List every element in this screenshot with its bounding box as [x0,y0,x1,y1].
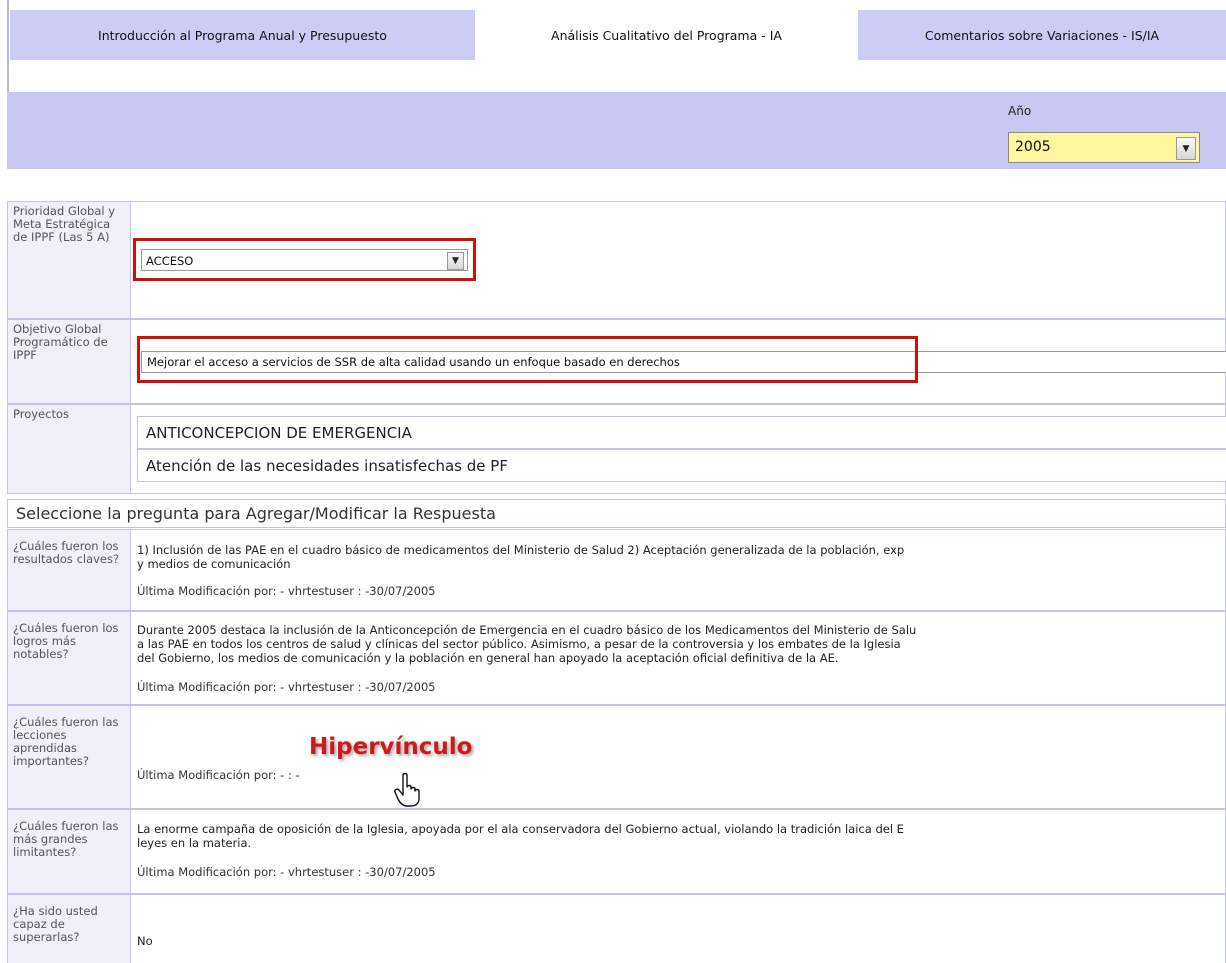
last-modified: Última Modificación por: - vhrtestuser :… [137,865,436,879]
answer-line: La enorme campaña de oposición de la Igl… [137,822,904,836]
section-title: Seleccione la pregunta para Agregar/Modi… [7,499,1226,528]
priority-label: Prioridad Global y Meta Estratégica de I… [7,201,131,319]
hyperlink-annotation: Hipervínculo [309,734,473,760]
question-label[interactable]: ¿Cuáles fueron los logros más notables? [7,611,131,705]
last-modified: Última Modificación por: - vhrtestuser :… [137,680,436,694]
chevron-down-icon[interactable]: ▼ [1176,137,1196,160]
left-border [7,0,9,92]
question-label[interactable]: ¿Cuáles fueron los resultados claves? [7,529,131,611]
answer-line: Durante 2005 destaca la inclusión de la … [137,623,917,637]
question-label[interactable]: ¿Cuáles fueron las lecciones aprendidas … [7,705,131,809]
answer-line: del Gobierno, los medios de comunicación… [137,651,839,665]
tab-analisis-cualitativo[interactable]: Análisis Cualitativo del Programa - IA [475,10,858,60]
answer-line: 1) Inclusión de las PAE en el cuadro bás… [137,543,905,557]
answer-line: leyes en la materia. [137,836,252,850]
hand-cursor-icon [394,773,420,807]
tab-bar: Introducción al Programa Anual y Presupu… [0,0,1226,92]
question-row[interactable] [7,894,1226,963]
last-modified: Última Modificación por: - : - [137,768,300,782]
projects-label: Proyectos [7,404,131,494]
year-label: Año [1008,104,1032,118]
last-modified: Última Modificación por: - vhrtestuser :… [137,584,436,598]
objective-label: Objetivo Global Programático de IPPF [7,319,131,404]
tab-comentarios[interactable]: Comentarios sobre Variaciones - IS/IA [858,10,1226,60]
highlight-box [137,336,918,383]
question-label[interactable]: ¿Ha sido usted capaz de superarlas? [7,894,131,963]
question-label[interactable]: ¿Cuáles fueron las más grandes limitante… [7,809,131,894]
project-item[interactable]: Atención de las necesidades insatisfecha… [137,449,1226,482]
project-item[interactable]: ANTICONCEPCION DE EMERGENCIA [137,416,1226,449]
answer-line: y medios de comunicación [137,557,291,571]
question-row[interactable] [7,705,1226,809]
year-select[interactable]: 2005 ▼ [1008,132,1200,163]
chevron-down-icon[interactable]: ▼ [447,252,464,270]
priority-value: ACCESO [146,254,194,268]
priority-select[interactable]: ACCESO ▼ [141,249,468,271]
answer-line: No [137,934,153,948]
answer-line: a las PAE en todos los centros de salud … [137,637,901,651]
year-value: 2005 [1015,139,1051,155]
tab-introduccion[interactable]: Introducción al Programa Anual y Presupu… [10,10,475,60]
